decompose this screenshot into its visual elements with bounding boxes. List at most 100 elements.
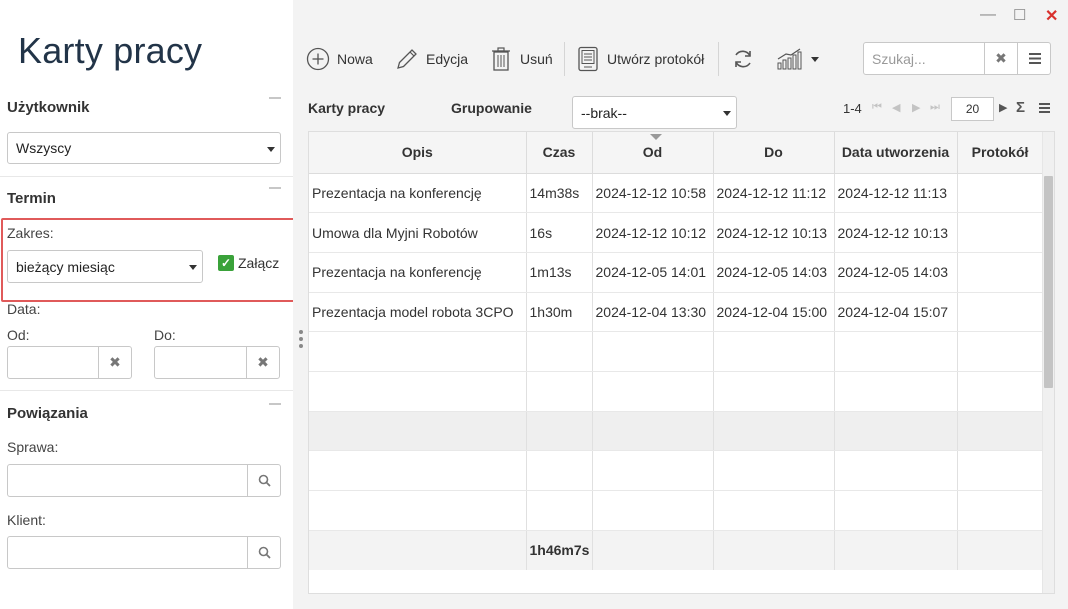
cell-od: 2024-12-05 14:01 xyxy=(592,252,714,293)
chevron-down-icon xyxy=(723,111,731,116)
table-row[interactable]: Prezentacja na konferencję 14m38s 2024-1… xyxy=(309,173,1044,214)
document-icon xyxy=(575,46,601,72)
column-header-data-utworzenia[interactable]: Data utworzenia xyxy=(834,132,958,174)
date-label: Data: xyxy=(7,301,41,317)
empty-row xyxy=(309,371,1044,412)
cell-data-utworzenia: 2024-12-12 11:13 xyxy=(834,173,958,214)
plus-circle-icon xyxy=(305,46,331,72)
client-field[interactable] xyxy=(7,536,281,569)
cell-od: 2024-12-04 13:30 xyxy=(592,292,714,333)
cell-protokol xyxy=(957,292,1044,333)
divider xyxy=(718,42,719,76)
empty-row xyxy=(309,411,1044,452)
section-user-title: Użytkownik xyxy=(7,99,90,116)
cell-do: 2024-12-12 11:12 xyxy=(713,173,835,214)
cell-czas: 16s xyxy=(526,212,593,253)
section-term-title: Termin xyxy=(7,190,56,207)
total-time: 1h46m7s xyxy=(526,530,593,571)
cell-protokol xyxy=(957,173,1044,214)
cell-data-utworzenia: 2024-12-12 10:13 xyxy=(834,212,958,253)
collapse-user-icon[interactable] xyxy=(269,97,281,99)
sum-icon[interactable]: Σ xyxy=(1016,99,1025,116)
grid-menu-button[interactable] xyxy=(1039,103,1050,116)
user-select-value: Wszyscy xyxy=(16,140,72,156)
sort-indicator-icon xyxy=(649,134,662,140)
grouping-select-value: --brak-- xyxy=(581,104,627,121)
next-icon[interactable]: ▶ xyxy=(999,101,1007,114)
client-search-button[interactable] xyxy=(247,537,280,568)
delete-button[interactable]: Usuń xyxy=(488,44,553,74)
refresh-icon xyxy=(730,46,756,72)
edit-button[interactable]: Edycja xyxy=(394,44,468,74)
highlight-box xyxy=(1,218,298,302)
cell-data-utworzenia: 2024-12-05 14:03 xyxy=(834,252,958,293)
table-row[interactable]: Umowa dla Myjni Robotów 16s 2024-12-12 1… xyxy=(309,212,1044,253)
scrollbar-thumb[interactable] xyxy=(1044,176,1053,388)
case-label: Sprawa: xyxy=(7,439,59,455)
minimize-button[interactable]: — xyxy=(980,6,996,24)
column-header-od-label: Od xyxy=(642,144,663,161)
table-header-row: Opis Czas Od Do Data utworzenia Protokół xyxy=(309,132,1044,174)
divider xyxy=(0,176,293,177)
summary-row: 1h46m7s xyxy=(309,530,1044,571)
pager-range: 1-4 xyxy=(843,101,862,116)
date-from-field[interactable]: ✖ xyxy=(7,346,132,379)
case-field[interactable] xyxy=(7,464,281,497)
maximize-button[interactable]: ☐ xyxy=(1013,6,1026,24)
delete-label: Usuń xyxy=(520,51,553,67)
empty-row xyxy=(309,490,1044,531)
clear-date-from-button[interactable]: ✖ xyxy=(98,347,131,378)
clear-search-button[interactable]: ✖ xyxy=(984,43,1017,74)
refresh-button[interactable] xyxy=(730,44,762,74)
vertical-scrollbar[interactable] xyxy=(1042,132,1054,593)
new-button[interactable]: Nowa xyxy=(305,44,373,74)
search-input[interactable]: Szukaj... xyxy=(872,51,926,67)
collapse-term-icon[interactable] xyxy=(269,187,281,189)
collapse-links-icon[interactable] xyxy=(269,403,281,405)
search-icon xyxy=(258,474,271,487)
cell-czas: 1m13s xyxy=(526,252,593,293)
cell-protokol xyxy=(957,252,1044,293)
table-row[interactable]: Prezentacja model robota 3CPO 1h30m 2024… xyxy=(309,292,1044,333)
page-size-input[interactable]: 20 xyxy=(951,97,994,121)
close-icon: ✖ xyxy=(995,50,1007,66)
chevron-down-icon xyxy=(811,56,819,62)
chart-icon xyxy=(775,46,805,72)
first-page-icon[interactable]: ⏮ xyxy=(872,101,882,114)
prev-page-icon[interactable]: ◀ xyxy=(892,101,900,114)
date-to-field[interactable]: ✖ xyxy=(154,346,280,379)
splitter-handle-icon[interactable] xyxy=(299,330,303,351)
column-header-od[interactable]: Od xyxy=(592,132,714,174)
hamburger-icon xyxy=(1028,53,1041,64)
new-label: Nowa xyxy=(337,51,373,67)
column-header-do[interactable]: Do xyxy=(713,132,835,174)
grouping-select[interactable]: --brak-- xyxy=(572,96,737,129)
menu-button[interactable] xyxy=(1017,43,1051,74)
user-select[interactable]: Wszyscy xyxy=(7,132,281,164)
cell-do: 2024-12-04 15:00 xyxy=(713,292,835,333)
column-header-protokol[interactable]: Protokół xyxy=(957,132,1044,174)
cell-do: 2024-12-12 10:13 xyxy=(713,212,835,253)
cell-do: 2024-12-05 14:03 xyxy=(713,252,835,293)
work-cards-table: Opis Czas Od Do Data utworzenia Protokół… xyxy=(309,132,1044,571)
search-box[interactable]: Szukaj... ✖ xyxy=(863,42,1051,75)
column-header-opis[interactable]: Opis xyxy=(309,132,527,174)
table-row[interactable]: Prezentacja na konferencję 1m13s 2024-12… xyxy=(309,252,1044,293)
next-page-icon[interactable]: ▶ xyxy=(912,101,920,114)
grid-title: Karty pracy xyxy=(308,100,386,116)
last-page-icon[interactable]: ⏭ xyxy=(930,101,940,114)
chart-menu-button[interactable] xyxy=(775,44,819,74)
case-search-button[interactable] xyxy=(247,465,280,496)
chevron-down-icon xyxy=(267,147,275,152)
cell-czas: 14m38s xyxy=(526,173,593,214)
create-protocol-button[interactable]: Utwórz protokół xyxy=(575,44,704,74)
page-title: Karty pracy xyxy=(18,30,203,71)
close-icon: ✖ xyxy=(109,354,121,370)
close-window-button[interactable]: ✕ xyxy=(1045,6,1058,26)
column-header-czas[interactable]: Czas xyxy=(526,132,593,174)
create-protocol-label: Utwórz protokół xyxy=(607,51,705,67)
cell-czas: 1h30m xyxy=(526,292,593,333)
section-links-title: Powiązania xyxy=(7,405,88,422)
trash-icon xyxy=(488,46,514,72)
clear-date-to-button[interactable]: ✖ xyxy=(246,347,279,378)
